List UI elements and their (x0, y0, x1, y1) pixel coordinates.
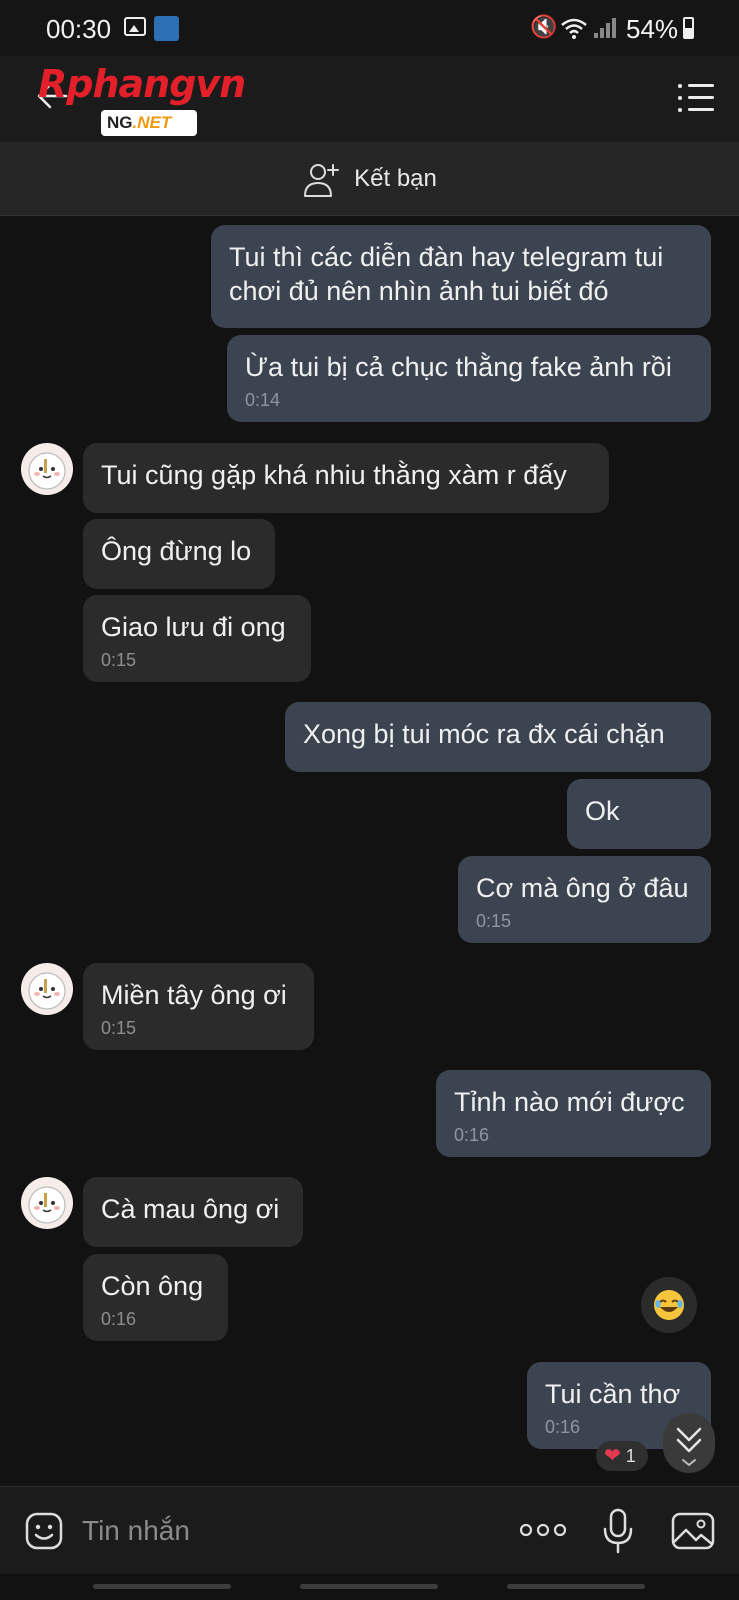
message-bubble-incoming[interactable]: Còn ông 0:16 (83, 1254, 228, 1341)
message-text: Còn ông (101, 1271, 204, 1301)
nav-home-button[interactable] (300, 1584, 438, 1589)
logo-badge: NG.NET (101, 110, 197, 136)
add-friend-button[interactable]: Kết bạn (302, 159, 437, 199)
message-text: Ok (585, 796, 620, 826)
reaction-count-badge[interactable]: ❤ 1 (596, 1441, 648, 1471)
message-bubble-incoming[interactable]: Cà mau ông ơi (83, 1177, 303, 1247)
watermark-logo: Rphangvn NG.NET (38, 62, 278, 138)
add-person-icon (304, 163, 340, 197)
message-time: 0:15 (476, 911, 512, 931)
quick-reaction-button[interactable] (641, 1277, 697, 1333)
double-chevron-down-icon (676, 1427, 702, 1467)
gallery-notification-icon (124, 17, 146, 36)
message-text: Ừa tui bị cả chục thằng fake ảnh rồi (245, 352, 672, 382)
signal-icon (594, 18, 616, 38)
message-bubble-outgoing[interactable]: Ok (567, 779, 711, 849)
app-notification-icon (154, 16, 179, 41)
laughing-emoji-icon (654, 1290, 684, 1320)
app-header: Rphangvn NG.NET (0, 56, 739, 142)
chat-message-list[interactable]: Tui thì các diễn đàn hay telegram tui ch… (0, 217, 739, 1485)
microphone-icon[interactable] (600, 1507, 636, 1555)
contact-avatar[interactable] (21, 1177, 73, 1229)
message-text: Ông đừng lo (101, 536, 252, 566)
message-text: Cơ mà ông ở đâu (476, 873, 689, 903)
message-bubble-incoming[interactable]: Miền tây ông ơi 0:15 (83, 963, 314, 1050)
message-text: Tui cần thơ (545, 1379, 681, 1409)
message-time: 0:15 (101, 1018, 137, 1038)
contact-avatar[interactable] (21, 443, 73, 495)
message-text: Xong bị tui móc ra đx cái chặn (303, 719, 665, 749)
message-bubble-outgoing[interactable]: Tỉnh nào mới được 0:16 (436, 1070, 711, 1157)
nav-recent-button[interactable] (93, 1584, 231, 1589)
message-time: 0:14 (245, 390, 281, 410)
message-time: 0:16 (454, 1125, 490, 1145)
message-time: 0:16 (101, 1309, 137, 1329)
emoji-sticker-icon[interactable] (24, 1511, 64, 1551)
menu-icon[interactable] (678, 84, 714, 112)
message-bubble-outgoing[interactable]: Cơ mà ông ở đâu 0:15 (458, 856, 711, 943)
message-bubble-outgoing[interactable]: Ừa tui bị cả chục thằng fake ảnh rồi 0:1… (227, 335, 711, 422)
mute-icon: 🔇 (530, 14, 558, 39)
message-input[interactable] (82, 1509, 482, 1553)
message-text: Cà mau ông ơi (101, 1194, 280, 1224)
message-text: Miền tây ông ơi (101, 980, 287, 1010)
message-bubble-incoming[interactable]: Giao lưu đi ong 0:15 (83, 595, 311, 682)
message-bubble-outgoing[interactable]: Tui thì các diễn đàn hay telegram tui ch… (211, 225, 711, 328)
system-navigation-bar (0, 1574, 739, 1600)
add-friend-bar: Kết bạn (0, 142, 739, 216)
wifi-icon (561, 18, 587, 39)
nav-back-button[interactable] (507, 1584, 645, 1589)
message-text: Tui cũng gặp khá nhiu thằng xàm r đấy (101, 460, 567, 490)
logo-badge-left: NG (107, 113, 133, 132)
more-options-icon[interactable] (518, 1515, 568, 1545)
message-bubble-incoming[interactable]: Ông đừng lo (83, 519, 275, 589)
image-picker-icon[interactable] (670, 1511, 716, 1551)
message-time: 0:15 (101, 650, 137, 670)
reaction-count: 1 (625, 1446, 636, 1466)
contact-avatar[interactable] (21, 963, 73, 1015)
message-text: Tỉnh nào mới được (454, 1087, 685, 1117)
battery-percent: 54% (626, 14, 679, 44)
heart-icon: ❤ (604, 1445, 621, 1467)
battery-icon (683, 17, 694, 39)
status-bar: 00:30 🔇 54% (0, 0, 739, 56)
scroll-to-bottom-button[interactable] (663, 1413, 715, 1473)
message-composer (0, 1486, 739, 1574)
message-text: Tui thì các diễn đàn hay telegram tui ch… (229, 242, 664, 306)
message-bubble-incoming[interactable]: Tui cũng gặp khá nhiu thằng xàm r đấy (83, 443, 609, 513)
logo-badge-right: .NET (132, 113, 172, 132)
add-friend-label: Kết bạn (354, 164, 437, 192)
status-time: 00:30 (46, 14, 112, 44)
message-bubble-outgoing[interactable]: Xong bị tui móc ra đx cái chặn (285, 702, 711, 772)
message-text: Giao lưu đi ong (101, 612, 286, 642)
logo-text: Rphangvn (38, 62, 246, 106)
